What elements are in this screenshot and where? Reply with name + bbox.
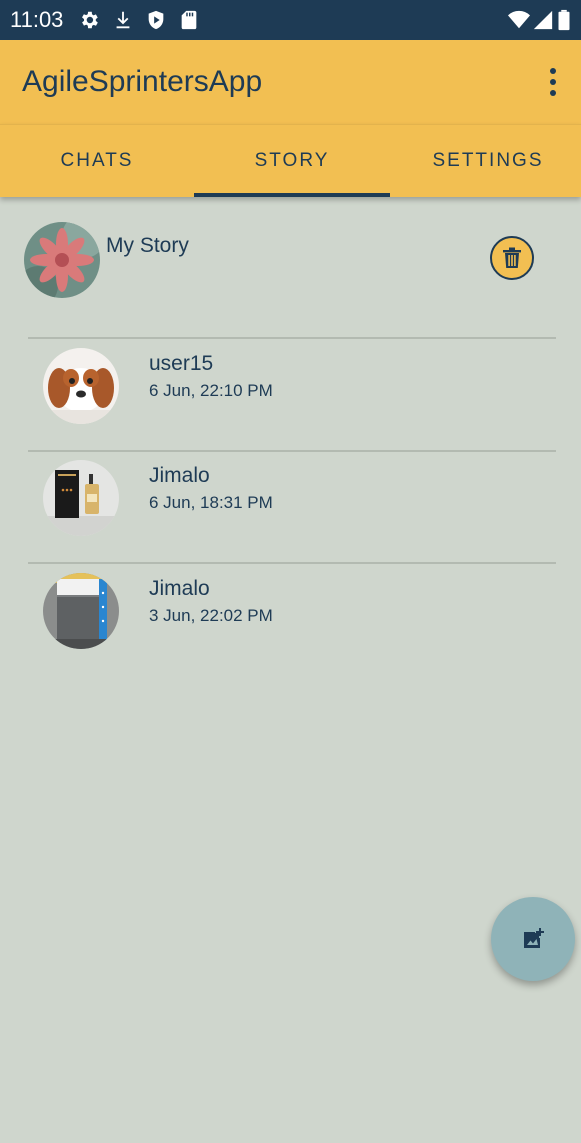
sd-card-icon xyxy=(181,10,197,30)
story-timestamp: 6 Jun, 22:10 PM xyxy=(149,381,273,400)
tab-bar: CHATS STORY SETTINGS xyxy=(0,124,581,197)
story-item-jimalo[interactable]: Jimalo 3 Jun, 22:02 PM xyxy=(0,563,581,675)
wifi-icon xyxy=(508,10,530,29)
tab-story[interactable]: STORY xyxy=(194,125,390,197)
story-author: user15 xyxy=(149,352,214,375)
story-avatar[interactable] xyxy=(43,348,119,424)
tab-settings[interactable]: SETTINGS xyxy=(390,125,581,197)
battery-icon xyxy=(558,9,570,31)
shield-play-icon xyxy=(148,10,164,30)
add-photo-icon xyxy=(524,928,544,948)
story-item-jimalo[interactable]: Jimalo 6 Jun, 18:31 PM xyxy=(0,450,581,562)
tab-chats[interactable]: CHATS xyxy=(0,125,194,197)
app-bar: AgileSprintersApp xyxy=(0,40,581,124)
delete-story-button[interactable] xyxy=(490,236,534,280)
story-avatar[interactable] xyxy=(43,460,119,536)
story-avatar[interactable] xyxy=(43,573,119,649)
download-icon xyxy=(116,11,130,29)
app-title: AgileSprintersApp xyxy=(22,65,263,98)
more-vert-icon[interactable] xyxy=(537,62,569,102)
signal-icon xyxy=(533,10,553,30)
my-story-avatar[interactable] xyxy=(24,222,100,298)
my-story-label: My Story xyxy=(106,234,189,257)
settings-icon xyxy=(82,11,98,29)
story-item-user15[interactable]: user15 6 Jun, 22:10 PM xyxy=(0,338,581,450)
story-timestamp: 6 Jun, 18:31 PM xyxy=(149,493,273,512)
story-author: Jimalo xyxy=(149,464,210,487)
my-story-row[interactable]: My Story xyxy=(0,196,581,338)
add-story-button[interactable] xyxy=(491,897,575,981)
story-author: Jimalo xyxy=(149,577,210,600)
status-time: 11:03 xyxy=(10,7,64,32)
status-bar: 11:03 xyxy=(0,0,581,40)
trash-icon xyxy=(503,247,521,268)
story-screen: 11:03 AgileSprintersApp CHATS STORY SETT… xyxy=(0,0,581,1143)
story-timestamp: 3 Jun, 22:02 PM xyxy=(149,606,273,625)
